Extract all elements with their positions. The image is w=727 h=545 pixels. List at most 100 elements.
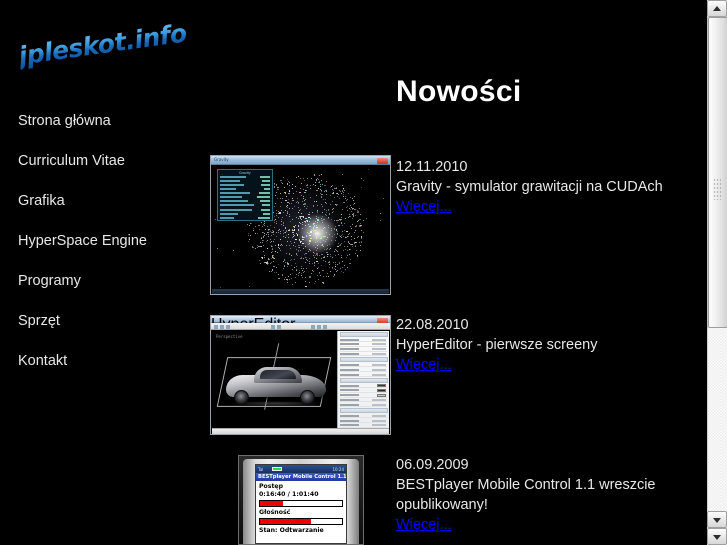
sidebar-item-sprzet[interactable]: Sprzęt [18,312,203,352]
panel-row [340,348,387,352]
car-wheel-front [234,390,249,405]
panel-row [340,384,387,388]
news-more-link[interactable]: Więcej... [396,355,452,375]
panel-row [340,398,387,403]
panel-row [340,368,387,373]
stats-row [220,179,270,183]
progress-time: 0:16:40 / 1:01:40 [259,491,319,498]
app-title: BESTplayer Mobile Control 1.1 [258,474,347,480]
news-thumbnail-hypereditor[interactable]: HyperEditor Perspective [210,315,391,435]
sidebar-item-hyperspace-engine[interactable]: HyperSpace Engine [18,232,203,272]
sidebar-item-kontakt[interactable]: Kontakt [18,352,203,392]
chevron-down-icon [713,534,721,540]
panel-row [340,363,387,368]
scroll-up-button[interactable] [707,0,727,17]
simulation-canvas: Gravity [212,166,389,289]
stats-row [220,212,270,216]
chevron-up-icon [713,5,721,11]
stats-row [220,175,270,179]
panel-row [340,393,387,398]
news-headline: Gravity - symulator grawitacji na CUDAch [396,179,663,195]
site-logo[interactable]: jpleskot.info [17,18,189,70]
scrollbar-track-lower[interactable] [707,328,727,511]
news-thumbnail-bestplayer-mobile[interactable]: Tal 10:24 BESTplayer Mobile Control 1.1 … [238,455,364,545]
panel-section-header [339,357,388,363]
news-headline-line2: opublikowany! [396,497,488,513]
sidebar-item-strona-glowna[interactable]: Strona główna [18,112,203,152]
phone-screen: Tal 10:24 BESTplayer Mobile Control 1.1 … [255,464,347,544]
app-content: Postęp 0:16:40 / 1:01:40 Głośność Stan: … [256,481,346,543]
news-date: 12.11.2010 [396,159,468,175]
viewport-hud-label: Perspective [216,334,243,339]
news-more-link[interactable]: Więcej... [396,197,452,217]
signal-icon: Tal [258,467,264,472]
panel-row [340,352,387,357]
editor-viewport[interactable]: Perspective [212,331,338,428]
news-body: 22.08.2010 HyperEditor - pierwsze screen… [396,315,597,375]
panel-row [340,373,387,377]
window-close-icon [377,157,388,164]
window-titlebar: HyperEditor [211,316,390,333]
chevron-down-icon [713,517,721,523]
volume-label: Głośność [259,509,291,516]
volume-bar[interactable] [259,518,343,525]
window-title: Gravity [214,157,229,162]
stats-panel-title: Gravity [239,171,251,175]
stats-row [220,200,270,203]
progress-bar[interactable] [259,500,343,507]
stats-row [220,196,270,199]
panel-row [340,403,387,408]
editor-toolbar [211,323,390,330]
window-titlebar: Gravity [211,156,390,165]
news-headline-line1: BESTplayer Mobile Control 1.1 wreszcie [396,477,656,493]
battery-icon [272,467,282,471]
scroll-down-button[interactable] [707,528,727,545]
panel-section-header [339,332,388,337]
panel-section-header [339,408,388,414]
page-down-button[interactable] [707,511,727,528]
stats-row [220,208,270,212]
vertical-scrollbar[interactable] [707,0,727,545]
stats-row [220,216,270,220]
car-windshield [260,370,296,379]
news-date: 06.09.2009 [396,457,469,473]
sidebar-navigation: Strona główna Curriculum Vitae Grafika H… [18,112,203,392]
sidebar-item-grafika[interactable]: Grafika [18,192,203,232]
scrollbar-thumb[interactable] [708,17,727,328]
editor-properties-panel[interactable] [337,331,389,428]
news-date: 22.08.2010 [396,317,469,333]
phone-chassis: Tal 10:24 BESTplayer Mobile Control 1.1 … [243,459,359,544]
phone-statusbar: Tal 10:24 [256,465,346,473]
progress-label: Postęp [259,483,284,490]
news-more-link[interactable]: Więcej... [396,515,452,535]
page-root: jpleskot.info Strona główna Curriculum V… [0,0,727,545]
playback-state: Stan: Odtwarzanie [259,527,324,534]
panel-row [340,343,387,347]
panel-section-header [339,377,388,383]
news-thumbnail-gravity-simulator[interactable]: Gravity Gravity [210,155,391,295]
scrollbar-track-upper[interactable] [707,17,727,328]
page-title: Nowości [396,75,522,109]
news-headline: HyperEditor - pierwsze screeny [396,337,598,353]
window-statusbar [212,289,389,294]
sidebar-item-curriculum-vitae[interactable]: Curriculum Vitae [18,152,203,192]
simulation-stats-panel: Gravity [217,169,273,221]
stats-row [220,192,270,195]
sidebar-item-programy[interactable]: Programy [18,272,203,312]
window-statusbar [212,428,389,434]
phone-clock: 10:24 [332,467,344,472]
scrollbar-grip-icon [713,178,723,200]
site-logo-text: jpleskot.info [16,18,189,71]
app-titlebar: BESTplayer Mobile Control 1.1 [256,473,346,481]
car-wheel-rear [300,390,315,405]
panel-row [340,389,387,393]
panel-row [340,414,387,419]
news-body: 06.09.2009 BESTplayer Mobile Control 1.1… [396,455,656,535]
stats-row [220,188,270,191]
news-body: 12.11.2010 Gravity - symulator grawitacj… [396,157,663,217]
stats-row [220,204,270,207]
car-model [224,361,328,407]
panel-row [340,419,387,423]
panel-row [340,338,387,342]
stats-row [220,184,270,187]
